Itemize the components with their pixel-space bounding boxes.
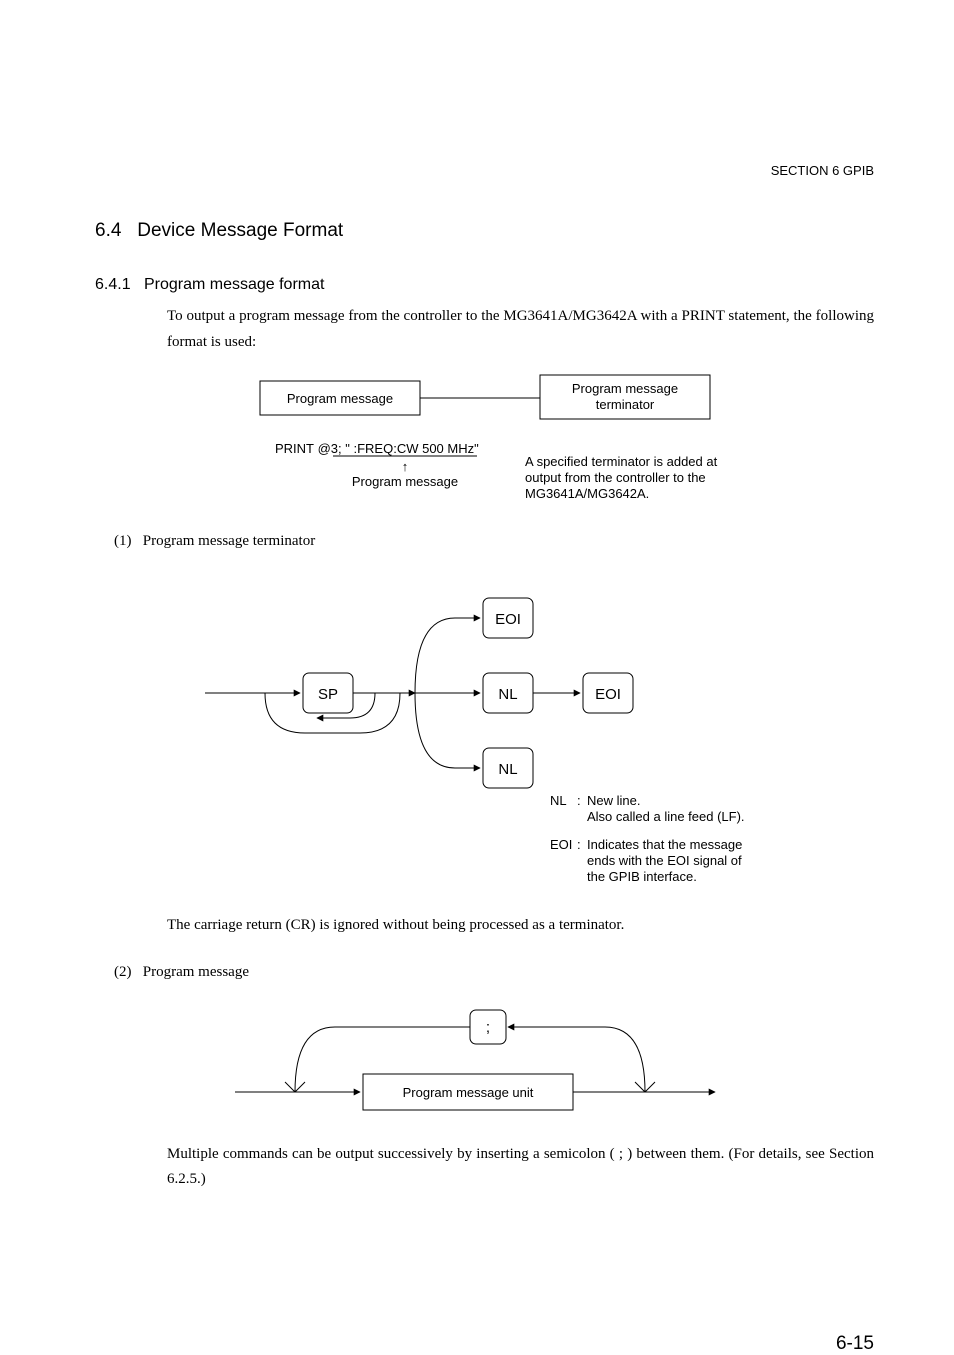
item-1-title: Program message terminator — [143, 533, 315, 549]
legend-eoi-key: EOI — [550, 837, 572, 852]
subheading-title: Program message format — [144, 276, 325, 293]
arrow-up: ↑ — [401, 459, 408, 474]
item-2-num: (2) — [114, 964, 132, 980]
legend-eoi-2: ends with the EOI signal of — [587, 853, 742, 868]
item-2-title: Program message — [143, 964, 249, 980]
heading-6-4: 6.4 Device Message Format — [95, 220, 874, 242]
unit-box: Program message unit — [402, 1085, 533, 1100]
item-1: (1) Program message terminator — [143, 529, 874, 555]
section-header-text: SECTION 6 GPIB — [771, 163, 874, 178]
diagram-terminator: SP EOI NL EOI NL NL : New line. Also cal… — [155, 573, 815, 893]
legend-nl-2: Also called a line feed (LF). — [587, 809, 745, 824]
box-terminator-bot: terminator — [595, 397, 654, 412]
para-multiple-commands: Multiple commands can be output successi… — [167, 1142, 874, 1193]
page-number: 6-15 — [836, 1333, 874, 1355]
box-program-message: Program message — [286, 391, 392, 406]
legend-nl-colon: : — [577, 793, 581, 808]
legend-nl-key: NL — [550, 793, 567, 808]
intro-paragraph: To output a program message from the con… — [167, 304, 874, 355]
diagram-program-message-format: Program message Program message terminat… — [155, 373, 815, 523]
legend-eoi-3: the GPIB interface. — [587, 869, 697, 884]
heading-6-4-1: 6.4.1 Program message format — [95, 276, 874, 294]
semicolon-box: ; — [485, 1019, 489, 1036]
legend-eoi-colon: : — [577, 837, 581, 852]
nl-box-mid: NL — [498, 686, 517, 703]
heading-number: 6.4 — [95, 220, 121, 241]
legend-eoi-1: Indicates that the message — [587, 837, 742, 852]
eoi-box-mid: EOI — [595, 686, 621, 703]
para-cr-ignored: The carriage return (CR) is ignored with… — [167, 913, 874, 939]
note-line1: A specified terminator is added at — [525, 454, 718, 469]
legend-nl-1: New line. — [587, 793, 640, 808]
nl-box-bot: NL — [498, 761, 517, 778]
sp-box: SP — [317, 686, 337, 703]
print-example: PRINT @3; " :FREQ:CW 500 MHz" — [275, 441, 479, 456]
note-line2: output from the controller to the — [525, 470, 706, 485]
example-sub: Program message — [351, 474, 457, 489]
item-2: (2) Program message — [143, 960, 874, 986]
diagram-program-message-unit: Program message unit ; — [205, 1002, 765, 1122]
item-1-num: (1) — [114, 533, 132, 549]
heading-title: Device Message Format — [137, 220, 343, 241]
box-terminator-top: Program message — [571, 381, 677, 396]
eoi-box-top: EOI — [495, 611, 521, 628]
subheading-number: 6.4.1 — [95, 276, 131, 293]
note-line3: MG3641A/MG3642A. — [525, 486, 649, 501]
